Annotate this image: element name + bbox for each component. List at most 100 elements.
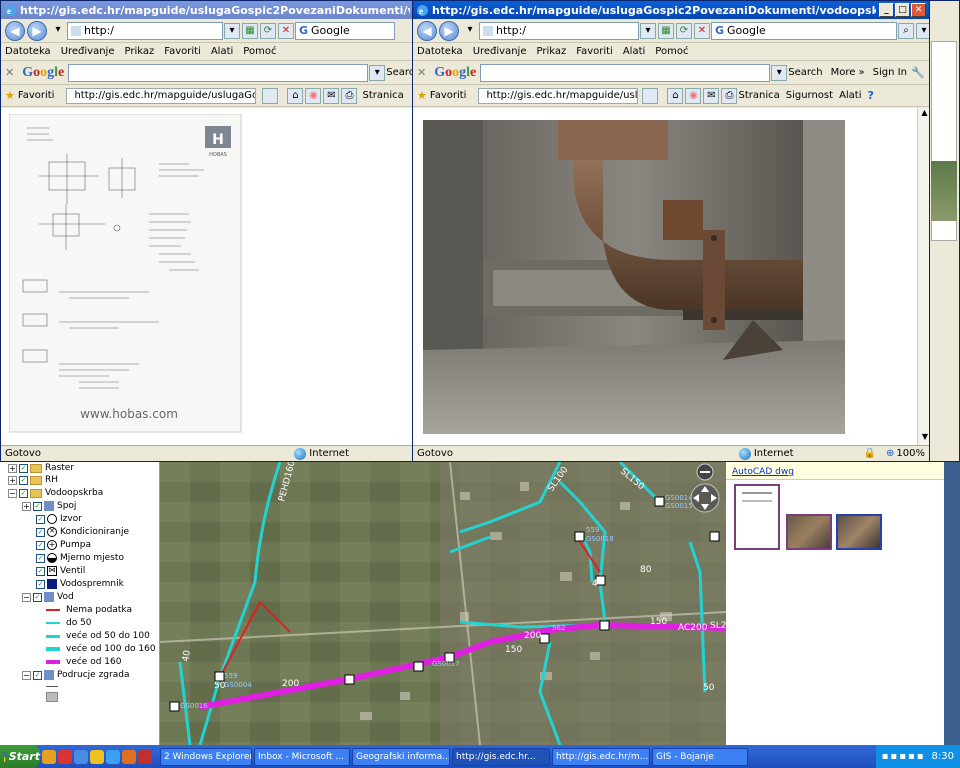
task-windows-explorer[interactable]: 2 Windows Explorer: [160, 747, 252, 766]
pan-control[interactable]: [690, 483, 720, 513]
search-dropdown-icon[interactable]: ▾: [771, 64, 788, 81]
legend-item-podrucje-zgrada[interactable]: − ✓ Podrucje zgrada: [22, 669, 129, 681]
new-tab-icon[interactable]: [642, 87, 659, 104]
legend-item-vodoopskrba[interactable]: − ✓ Vodoopskrba: [8, 487, 103, 499]
quicklaunch-ie-icon[interactable]: [106, 749, 120, 764]
task-gis-browser-2[interactable]: http://gis.edc.hr/m...: [552, 747, 650, 766]
address-dropdown-icon[interactable]: ▾: [224, 22, 240, 39]
menu-help[interactable]: Pomoć: [655, 46, 688, 57]
left-google-search-input[interactable]: [68, 63, 369, 82]
right-google-search-input[interactable]: [480, 63, 771, 82]
refresh-icon[interactable]: ⟳: [260, 22, 276, 39]
checkbox[interactable]: ✓: [19, 488, 28, 498]
right-address-bar[interactable]: http:/: [479, 21, 639, 40]
search-options-icon[interactable]: ▾: [916, 22, 929, 39]
favorites-button[interactable]: Favoriti: [430, 90, 467, 101]
feeds-icon[interactable]: ◉: [685, 87, 702, 104]
legend-item-ventil[interactable]: ✓ ⋈ Ventil: [36, 565, 85, 577]
checkbox[interactable]: ✓: [33, 592, 42, 602]
checkbox[interactable]: ✓: [36, 566, 45, 576]
favorites-button[interactable]: Favoriti: [18, 90, 55, 101]
zoom-out-control[interactable]: [696, 463, 714, 481]
task-gis-browser-1[interactable]: http://gis.edc.hr...: [452, 747, 550, 766]
page-menu[interactable]: Stranica: [738, 90, 779, 101]
security-menu[interactable]: Sigurnost: [786, 90, 833, 101]
right-tab[interactable]: http://gis.edc.hr/mapguide/uslugaG...: [478, 87, 639, 104]
checkbox[interactable]: ✓: [36, 540, 45, 550]
left-address-bar[interactable]: http:/: [67, 21, 223, 40]
new-tab-icon[interactable]: [262, 87, 279, 104]
close-toolbar-icon[interactable]: ✕: [5, 66, 14, 79]
legend-item-spoj[interactable]: + ✓ Spoj: [22, 500, 76, 512]
compat-icon[interactable]: ▦: [658, 22, 674, 39]
expand-icon[interactable]: +: [8, 475, 17, 485]
left-search-box[interactable]: G Google: [295, 21, 395, 40]
checkbox[interactable]: ✓: [36, 579, 45, 589]
close-button[interactable]: ✕: [911, 3, 926, 17]
mail-icon[interactable]: ✉: [703, 87, 720, 104]
google-search-button[interactable]: Searc: [386, 67, 413, 78]
tools-menu[interactable]: Alati: [839, 90, 861, 101]
menu-file[interactable]: Datoteka: [417, 46, 463, 57]
legend-item-raster[interactable]: + ✓ Raster: [8, 462, 74, 474]
wrench-icon[interactable]: 🔧: [911, 66, 925, 79]
stop-icon[interactable]: ✕: [694, 22, 710, 39]
compat-icon[interactable]: ▦: [242, 22, 258, 39]
zoom-level[interactable]: 100%: [896, 448, 925, 459]
scroll-up-button[interactable]: ▲: [918, 108, 929, 122]
back-icon[interactable]: ◀: [5, 20, 25, 41]
tray-icons[interactable]: ▪▪▪▪▪: [882, 751, 926, 762]
back-icon[interactable]: ◀: [417, 20, 437, 41]
expand-icon[interactable]: +: [8, 463, 17, 473]
minimize-button[interactable]: _: [879, 3, 894, 17]
clock[interactable]: 8:30: [932, 751, 954, 762]
checkbox[interactable]: ✓: [36, 514, 45, 524]
left-titlebar[interactable]: e http://gis.edc.hr/mapguide/uslugaGospi…: [1, 1, 413, 19]
menu-edit[interactable]: Uređivanje: [473, 46, 527, 57]
more-button[interactable]: More »: [831, 67, 865, 78]
protected-mode-icon[interactable]: 🔒: [864, 448, 876, 459]
quicklaunch-outlook-icon[interactable]: [42, 749, 56, 764]
dropdown-arrow-icon[interactable]: ▾: [462, 23, 478, 39]
menu-help[interactable]: Pomoć: [243, 46, 276, 57]
print-icon[interactable]: ⎙: [721, 87, 738, 104]
menu-favorites[interactable]: Favoriti: [576, 46, 613, 57]
legend-item-pumpa[interactable]: ✓ + Pumpa: [36, 539, 91, 551]
favorites-star-icon[interactable]: ★: [5, 89, 15, 102]
quicklaunch-firefox-icon[interactable]: [122, 749, 136, 764]
right-titlebar[interactable]: e http://gis.edc.hr/mapguide/uslugaGospi…: [413, 1, 929, 19]
mail-icon[interactable]: ✉: [323, 87, 340, 104]
checkbox[interactable]: ✓: [33, 501, 42, 511]
checkbox[interactable]: ✓: [19, 475, 28, 485]
forward-icon[interactable]: ▶: [27, 20, 47, 41]
quicklaunch-chrome-icon[interactable]: [58, 749, 72, 764]
thumbnail-drawing[interactable]: [734, 484, 780, 550]
legend-item-mjerno-mjesto[interactable]: ✓ Mjerno mjesto: [36, 552, 124, 564]
home-icon[interactable]: ⌂: [287, 87, 304, 104]
task-geografski[interactable]: Geografski informa...: [352, 747, 450, 766]
legend-item-kondicioniranje[interactable]: ✓ ✕ Kondicioniranje: [36, 526, 129, 538]
search-icon[interactable]: ⌕: [898, 22, 914, 39]
scroll-down-button[interactable]: ▼: [918, 432, 929, 446]
address-dropdown-icon[interactable]: ▾: [640, 22, 656, 39]
stop-icon[interactable]: ✕: [278, 22, 294, 39]
collapse-icon[interactable]: −: [22, 670, 31, 680]
left-tab[interactable]: http://gis.edc.hr/mapguide/uslugaGospi..…: [66, 87, 257, 104]
legend-item-vod[interactable]: − ✓ Vod: [22, 591, 74, 603]
menu-view[interactable]: Prikaz: [537, 46, 567, 57]
forward-icon[interactable]: ▶: [439, 20, 459, 41]
vertical-scrollbar[interactable]: ▲ ▼: [917, 108, 929, 446]
search-dropdown-icon[interactable]: ▾: [369, 64, 386, 81]
page-menu[interactable]: Stranica: [362, 90, 403, 101]
checkbox[interactable]: ✓: [19, 463, 28, 473]
collapse-icon[interactable]: −: [8, 488, 17, 498]
print-icon[interactable]: ⎙: [341, 87, 358, 104]
dropdown-arrow-icon[interactable]: ▾: [50, 23, 66, 39]
refresh-icon[interactable]: ⟳: [676, 22, 692, 39]
collapse-icon[interactable]: −: [22, 592, 31, 602]
menu-tools[interactable]: Alati: [211, 46, 233, 57]
legend-item-izvor[interactable]: ✓ Izvor: [36, 513, 82, 525]
sign-in-button[interactable]: Sign In: [873, 67, 907, 78]
menu-file[interactable]: Datoteka: [5, 46, 51, 57]
checkbox[interactable]: ✓: [36, 553, 45, 563]
